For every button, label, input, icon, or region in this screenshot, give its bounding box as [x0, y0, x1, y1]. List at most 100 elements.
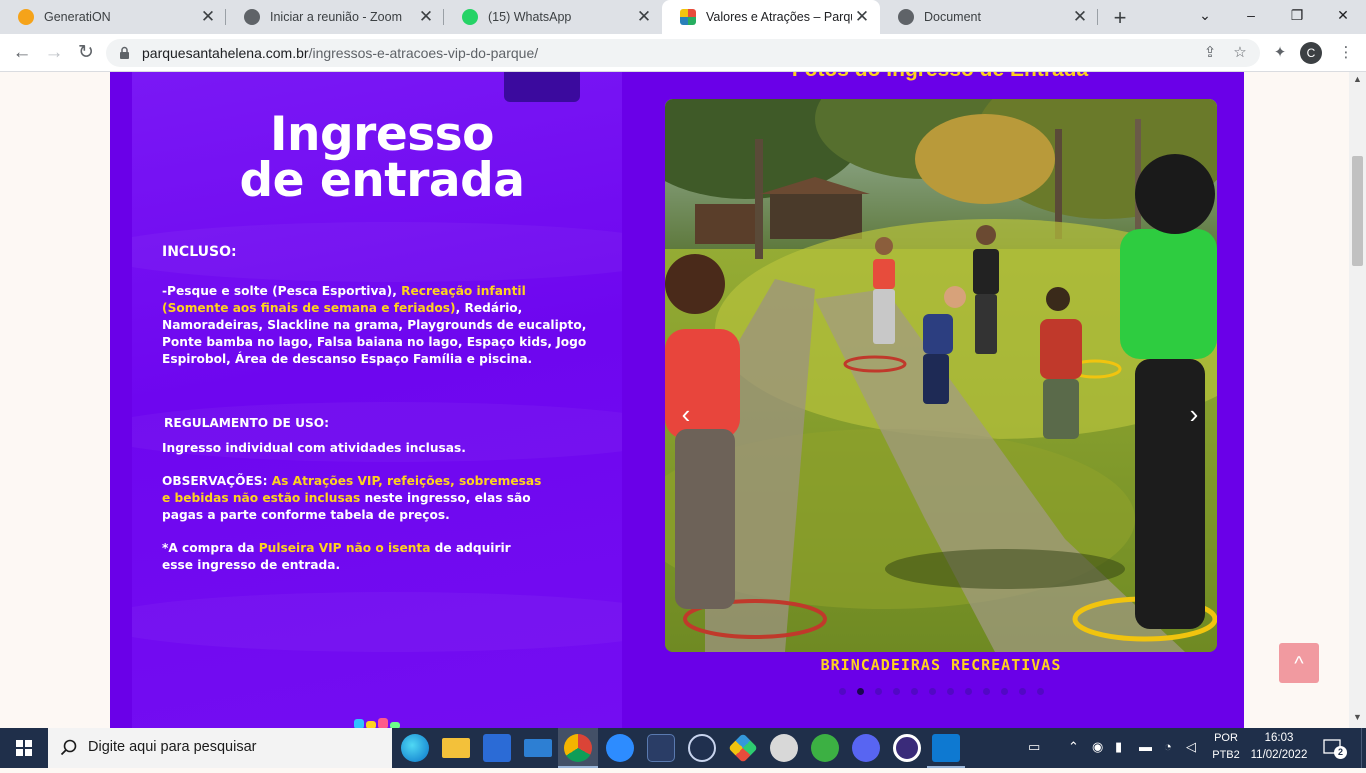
input-language[interactable]: POR PTB2 [1210, 730, 1242, 764]
rules-text: Ingresso individual com atividades inclu… [162, 441, 466, 455]
chrome-icon[interactable] [564, 734, 592, 762]
camera-icon[interactable]: ◉ [1092, 739, 1103, 755]
carousel-dot[interactable] [1019, 688, 1026, 695]
carousel-dot[interactable] [983, 688, 990, 695]
poster-texture [132, 592, 622, 652]
close-icon[interactable]: ✕ [416, 7, 436, 27]
carousel-pagination [839, 688, 1044, 695]
wifi-icon[interactable]: ◔ [1164, 739, 1172, 754]
carousel-dot[interactable] [875, 688, 882, 695]
file-explorer-icon[interactable] [442, 738, 470, 758]
taskbar-clock[interactable]: 16:03 11/02/2022 [1248, 730, 1310, 764]
discord-icon[interactable] [852, 734, 880, 762]
tab-zoom[interactable]: Iniciar a reunião - Zoom ✕ [226, 0, 444, 34]
tab-title: Iniciar a reunião - Zoom [270, 10, 403, 24]
menu-kebab-icon[interactable]: ⋮ [1334, 41, 1358, 65]
whatsapp-favicon-icon [462, 9, 478, 25]
back-icon[interactable]: ← [8, 40, 36, 66]
carousel-prev-icon[interactable]: ‹ [671, 399, 701, 429]
eclipse-ide-icon[interactable] [893, 734, 921, 762]
restore-icon[interactable]: ❐ [1274, 0, 1320, 30]
carousel-dot[interactable] [965, 688, 972, 695]
park-logo-icon [354, 718, 400, 728]
parque-favicon-icon [680, 9, 696, 25]
close-icon[interactable]: ✕ [634, 7, 654, 27]
reload-icon[interactable]: ↻ [72, 40, 100, 66]
tablet-mode-icon[interactable]: ▭ [1028, 739, 1040, 755]
edge-icon[interactable] [401, 734, 429, 762]
taskbar-search-field[interactable]: Digite aqui para pesquisar [48, 728, 392, 768]
vip-note: *A compra da Pulseira VIP não o isenta d… [162, 540, 542, 574]
notification-center-icon[interactable]: 2 [1322, 737, 1347, 759]
tab-parque-active[interactable]: Valores e Atrações – Parque Sa ✕ [662, 0, 880, 34]
carousel-title: Fotos do Ingresso de Entrada [665, 72, 1215, 82]
tab-whatsapp[interactable]: (15) WhatsApp ✕ [444, 0, 662, 34]
notification-count: 2 [1334, 746, 1347, 759]
carousel-dot[interactable] [929, 688, 936, 695]
included-text-part: (Pesca Esportiva) [272, 284, 393, 298]
scroll-down-icon[interactable]: ▼ [1353, 712, 1362, 722]
microsoft-store-icon[interactable] [483, 734, 511, 762]
carousel-next-icon[interactable]: › [1179, 399, 1209, 429]
spring-tool-icon[interactable] [811, 734, 839, 762]
minimize-icon[interactable]: – [1228, 0, 1274, 30]
clock-time: 16:03 [1264, 732, 1294, 744]
included-text: -Pesque e solte (Pesca Esportiva), Recre… [162, 283, 602, 368]
windows-taskbar: Digite aqui para pesquisar ▭ ⌃ ◉ ▮ ▬ ◔ ◁… [0, 728, 1366, 768]
lock-icon[interactable] [119, 46, 130, 60]
carousel-dot[interactable] [1037, 688, 1044, 695]
close-icon[interactable]: ✕ [198, 7, 218, 27]
new-tab-icon[interactable]: + [1108, 5, 1132, 31]
volume-icon[interactable]: ◁ [1186, 739, 1196, 755]
carousel-dot[interactable] [911, 688, 918, 695]
forward-icon[interactable]: → [40, 40, 68, 66]
scroll-up-icon[interactable]: ▲ [1353, 74, 1362, 84]
tray-overflow-chevron-icon[interactable]: ⌃ [1068, 739, 1079, 755]
cloud-favicon-icon [18, 9, 34, 25]
carousel-dot[interactable] [893, 688, 900, 695]
page-scrollbar[interactable]: ▲ ▼ [1349, 72, 1366, 728]
wireshark-icon[interactable] [647, 734, 675, 762]
extensions-puzzle-icon[interactable]: ✦ [1268, 41, 1292, 65]
ingresso-poster: Ingresso de entrada INCLUSO: -Pesque e s… [132, 72, 622, 728]
tab-document[interactable]: Document ✕ [880, 0, 1098, 34]
carousel-dot[interactable] [857, 688, 864, 695]
microphone-icon[interactable]: ▮ [1115, 739, 1122, 755]
tab-search-icon[interactable]: ⌄ [1182, 0, 1228, 30]
included-heading: INCLUSO: [162, 244, 237, 260]
kids-playing-photo [665, 99, 1217, 652]
battery-icon[interactable]: ▬ [1139, 739, 1152, 754]
vscode-icon[interactable] [932, 734, 960, 762]
show-desktop-button[interactable] [1361, 728, 1366, 768]
back-to-top-button[interactable]: ^ [1279, 643, 1319, 683]
carousel-dot[interactable] [1001, 688, 1008, 695]
git-icon[interactable] [728, 733, 758, 763]
paint-icon[interactable] [770, 734, 798, 762]
carousel-dot[interactable] [947, 688, 954, 695]
close-window-icon[interactable]: ✕ [1320, 0, 1366, 30]
language-code: POR [1214, 732, 1238, 744]
windows-start-icon[interactable] [0, 728, 48, 768]
profile-avatar[interactable]: C [1300, 42, 1322, 64]
vip-note-part: *A compra da [162, 541, 259, 555]
mail-icon[interactable] [524, 739, 552, 757]
close-icon[interactable]: ✕ [1070, 7, 1090, 27]
eclipse-icon[interactable] [688, 734, 716, 762]
tab-title: Valores e Atrações – Parque Sa [706, 10, 852, 24]
close-icon[interactable]: ✕ [852, 7, 872, 27]
ingresso-section: Ingresso de entrada INCLUSO: -Pesque e s… [110, 72, 1244, 728]
zoom-icon[interactable] [606, 734, 634, 762]
share-icon[interactable]: ⇪ [1198, 41, 1222, 65]
url-path: /ingressos-e-atracoes-vip-do-parque/ [308, 45, 539, 61]
browser-tab-bar: GeneratiON ✕ Iniciar a reunião - Zoom ✕ … [0, 0, 1366, 34]
tab-generation[interactable]: GeneratiON ✕ [0, 0, 226, 34]
carousel-dot[interactable] [839, 688, 846, 695]
carousel-slide[interactable]: ‹ › [665, 99, 1217, 652]
rules-heading: REGULAMENTO DE USO: [164, 416, 329, 430]
vip-bracelet-highlight: Pulseira VIP [258, 541, 342, 555]
bookmark-star-icon[interactable]: ☆ [1228, 41, 1252, 65]
included-text-part: Espaço Família [360, 352, 463, 366]
scrollbar-thumb[interactable] [1352, 156, 1363, 266]
web-page: Ingresso de entrada INCLUSO: -Pesque e s… [0, 72, 1366, 728]
url-field[interactable]: parquesantahelena.com.br/ingressos-e-atr… [106, 39, 1260, 67]
